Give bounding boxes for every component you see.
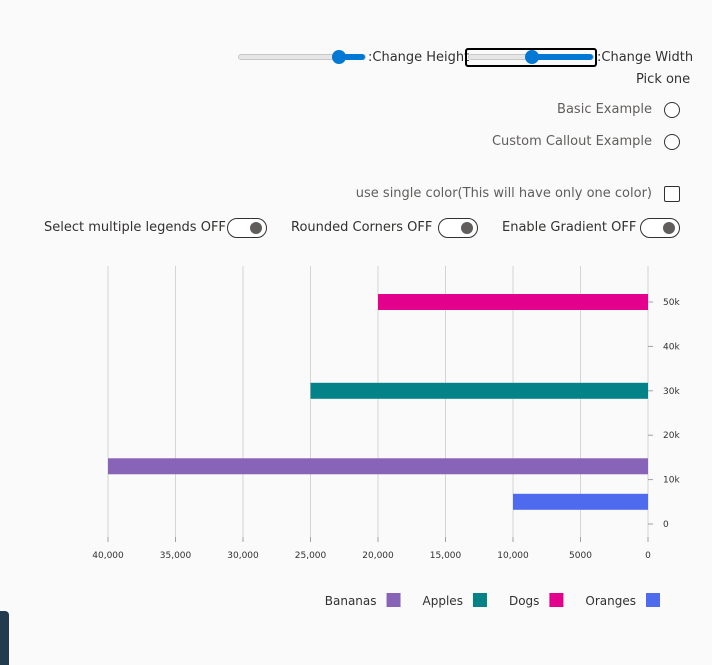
y-tick-label: 40k xyxy=(663,342,680,352)
legend-label: Bananas xyxy=(325,594,377,608)
bar-dogs xyxy=(378,294,648,310)
x-tick-label: 40,000 xyxy=(92,551,124,561)
y-axis-ticks: 50k 40k 30k 20k 10k 0 xyxy=(648,298,680,530)
horizontal-bar-chart: 40,000 35,000 30,000 25,000 20,000 15,000 10,0… xyxy=(92,266,680,608)
legend-label: Dogs xyxy=(509,594,539,608)
legend-swatch-oranges xyxy=(646,593,660,607)
bar-bananas xyxy=(108,458,648,475)
x-axis-ticks: 40,000 35,000 30,000 25,000 20,000 15,000 10,0… xyxy=(92,551,651,561)
y-tick-label: 20k xyxy=(663,431,680,441)
chart-legend: Oranges Dogs Apples Bananas xyxy=(325,593,660,608)
y-tick-label: 30k xyxy=(663,387,680,397)
bar-oranges xyxy=(513,493,648,510)
x-tick-label: 10,000 xyxy=(497,551,529,561)
legend-swatch-apples xyxy=(472,593,487,607)
x-tick-label: 30,000 xyxy=(227,551,259,561)
bar-apples xyxy=(310,382,648,399)
y-tick-label: 10k xyxy=(663,476,680,486)
legend-swatch-bananas xyxy=(386,593,401,607)
x-tick-label: 35,000 xyxy=(160,551,192,561)
side-panel-tab[interactable] xyxy=(0,611,9,665)
legend-label: Oranges xyxy=(585,594,636,608)
legend-label: Apples xyxy=(423,594,463,608)
legend-swatch-dogs xyxy=(549,593,564,607)
x-tick-label: 20,000 xyxy=(362,551,394,561)
x-tick-label: 15,000 xyxy=(430,551,462,561)
y-tick-label: 0 xyxy=(663,520,669,530)
x-tick-label: 5000 xyxy=(569,551,592,561)
x-tick-label: 0 xyxy=(645,551,651,561)
x-tick-label: 25,000 xyxy=(295,551,327,561)
y-tick-label: 50k xyxy=(663,298,680,308)
